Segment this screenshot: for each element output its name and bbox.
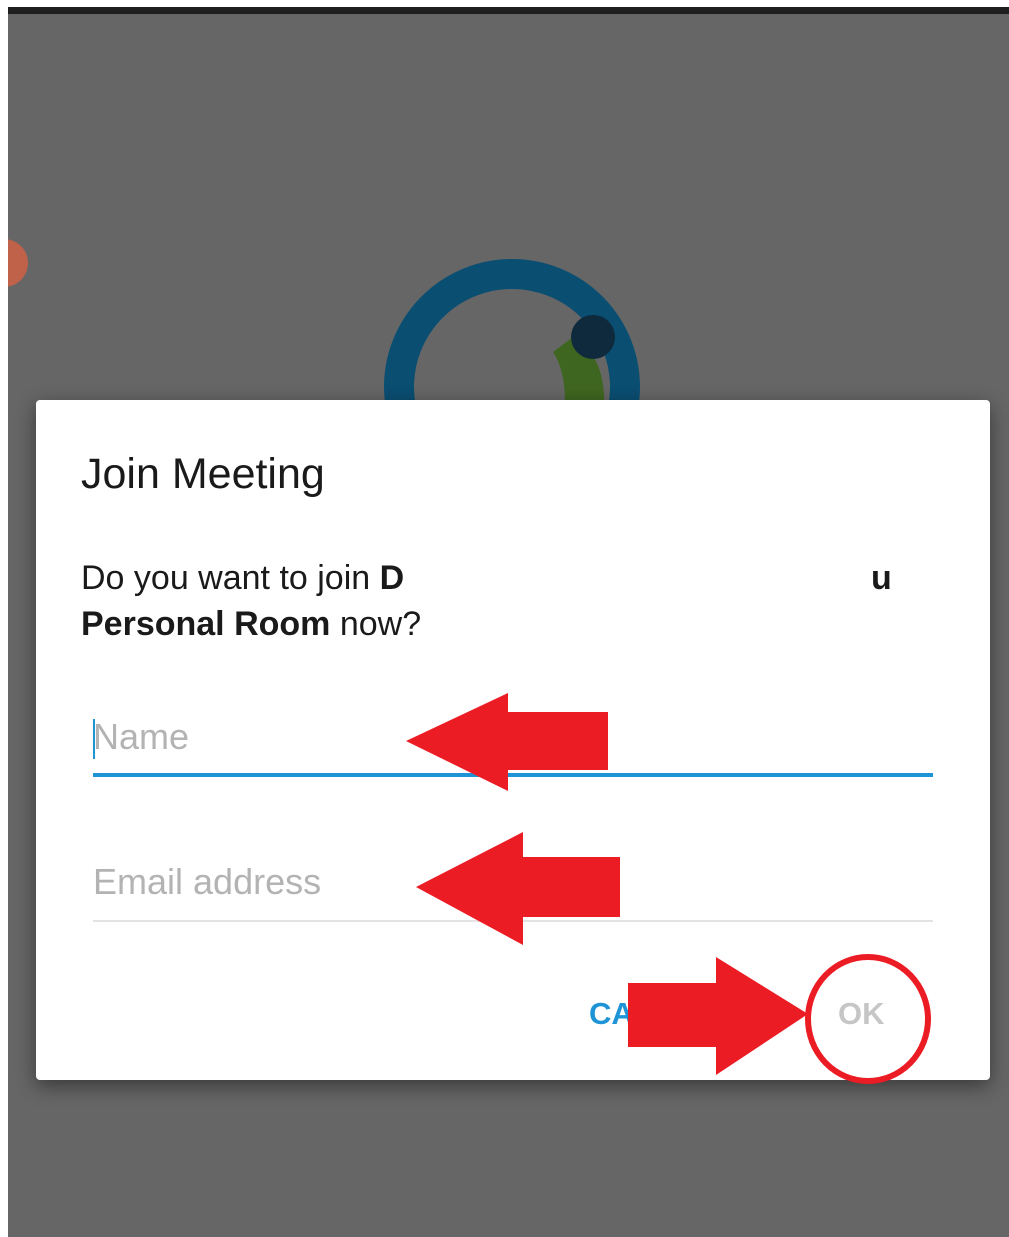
- background-logo: [8, 239, 640, 427]
- email-underline: [93, 920, 933, 922]
- ok-button[interactable]: OK: [838, 996, 885, 1032]
- message-line-2: Personal Room now?: [81, 605, 421, 643]
- dialog-title: Join Meeting: [81, 450, 325, 498]
- message-prefix: Do you want to join: [81, 559, 380, 597]
- join-meeting-dialog: Join Meeting Do you want to join D u Per…: [36, 400, 990, 1080]
- webex-logo-dark-icon: [571, 315, 615, 359]
- app-screen: Join Meeting Do you want to join D u Per…: [8, 7, 1009, 1237]
- room-name: Personal Room: [81, 605, 331, 643]
- host-name-start: D: [379, 559, 405, 597]
- email-input[interactable]: [93, 852, 933, 912]
- name-field-container: [93, 707, 933, 777]
- name-input[interactable]: [93, 707, 933, 767]
- dialog-message: Do you want to join D u Personal Room no…: [81, 555, 921, 647]
- orange-circle-icon: [8, 239, 28, 287]
- host-name-end: u: [871, 559, 892, 597]
- email-field-container: [93, 852, 933, 922]
- name-underline: [93, 773, 933, 777]
- message-suffix: now?: [330, 605, 422, 643]
- message-line-1: Do you want to join D u: [81, 555, 921, 601]
- text-cursor: [93, 719, 95, 759]
- cancel-button[interactable]: CANCEL: [589, 996, 718, 1032]
